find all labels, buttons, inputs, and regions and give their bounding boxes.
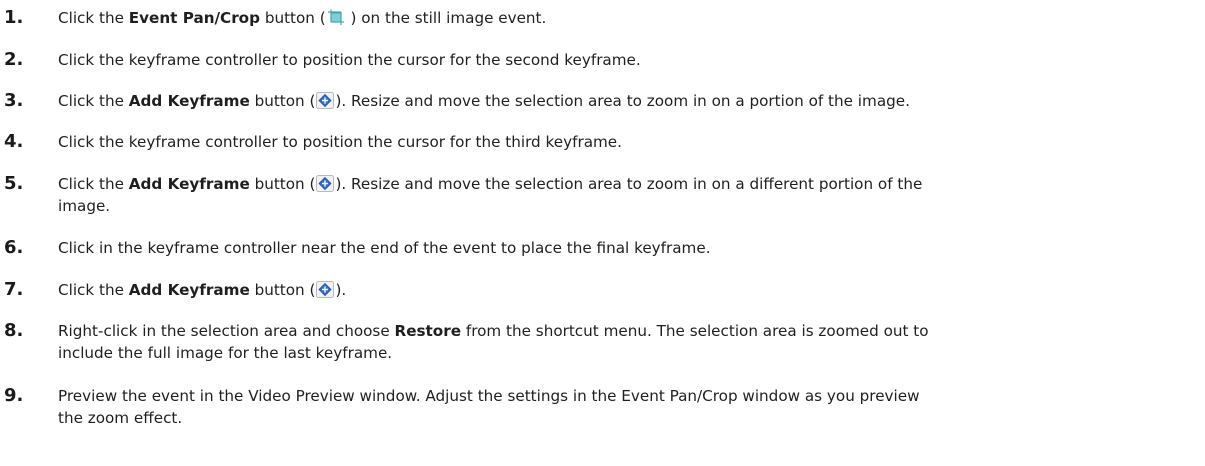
step-text: Click the keyframe controller to positio… [58, 133, 622, 151]
step-text: Click the Add Keyframe button ( ). Resiz… [58, 173, 1183, 217]
step-text-part: ). [335, 281, 347, 299]
step-text: Click the Add Keyframe button ( ). Resiz… [58, 90, 1183, 112]
step-6: 6. Click in the keyframe controller near… [0, 236, 1205, 260]
step-text-part: Right-click in the selection area and ch… [58, 322, 395, 340]
step-text: Click the keyframe controller to positio… [58, 51, 641, 69]
step-text-part: the zoom effect. [58, 409, 183, 427]
step-bold-term: Event Pan/Crop [128, 9, 260, 27]
step-1: 1. Click the Event Pan/Crop button ( ) o… [0, 6, 1205, 30]
step-number: 8. [4, 320, 24, 341]
step-text-part: Click the [58, 175, 129, 193]
step-number: 1. [4, 7, 24, 28]
step-number: 6. [4, 237, 24, 258]
step-text-part: include the full image for the last keyf… [58, 344, 393, 362]
step-text-part: button ( [249, 175, 316, 193]
step-number: 2. [4, 49, 24, 70]
add-keyframe-icon [316, 281, 335, 298]
step-text-part: ). Resize and move the selection area to… [335, 92, 910, 110]
step-9: 9. Preview the event in the Video Previe… [0, 384, 1205, 430]
step-text: Click the Add Keyframe button ( ). [58, 279, 1183, 301]
step-text-part: Click the [58, 281, 129, 299]
step-text-part: ) on the still image event. [345, 9, 547, 27]
step-4: 4. Click the keyframe controller to posi… [0, 130, 1205, 154]
step-3: 3. Click the Add Keyframe button ( ). Re… [0, 89, 1205, 113]
step-8: 8. Right-click in the selection area and… [0, 319, 1205, 365]
add-keyframe-icon [316, 175, 335, 192]
step-7: 7. Click the Add Keyframe button ( ). [0, 278, 1205, 302]
step-text-part: Preview the event in the Video Preview w… [58, 387, 920, 405]
step-text-part: button ( [249, 92, 316, 110]
step-text-part: ). Resize and move the selection area to… [335, 175, 923, 193]
step-number: 5. [4, 173, 24, 194]
step-bold-term: Add Keyframe [128, 175, 250, 193]
step-5: 5. Click the Add Keyframe button ( ). Re… [0, 172, 1205, 218]
add-keyframe-icon [316, 92, 335, 109]
step-text: Preview the event in the Video Preview w… [58, 385, 1183, 429]
step-text-part: Click the [58, 92, 129, 110]
step-bold-term: Restore [394, 322, 462, 340]
step-text: Click the Event Pan/Crop button ( ) on t… [58, 7, 1183, 29]
step-text-part: Click the [58, 9, 129, 27]
step-bold-term: Add Keyframe [128, 281, 250, 299]
step-number: 9. [4, 385, 24, 406]
step-number: 3. [4, 90, 24, 111]
step-text-part: from the shortcut menu. The selection ar… [461, 322, 929, 340]
step-text-part: button ( [249, 281, 316, 299]
step-2: 2. Click the keyframe controller to posi… [0, 48, 1205, 72]
step-number: 4. [4, 131, 24, 152]
step-text-part: button ( [260, 9, 326, 27]
step-bold-term: Add Keyframe [128, 92, 250, 110]
step-text: Click in the keyframe controller near th… [58, 239, 711, 257]
pan-crop-icon [327, 9, 345, 26]
step-text-part: image. [58, 197, 111, 215]
step-text: Right-click in the selection area and ch… [58, 320, 1183, 364]
step-number: 7. [4, 279, 24, 300]
